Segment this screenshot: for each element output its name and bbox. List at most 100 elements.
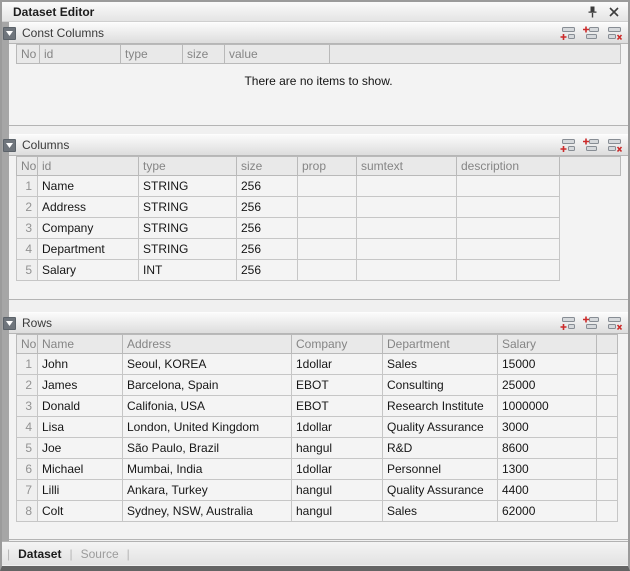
data-cell[interactable]: 25000 xyxy=(498,375,597,396)
add-row-button[interactable] xyxy=(560,138,577,153)
data-cell[interactable] xyxy=(457,176,560,197)
tail-cell[interactable] xyxy=(597,354,618,375)
column-header[interactable]: Salary xyxy=(498,335,597,354)
data-cell[interactable] xyxy=(298,239,357,260)
row-number-cell[interactable]: 2 xyxy=(17,197,38,218)
row-number-cell[interactable]: 4 xyxy=(17,239,38,260)
delete-row-button[interactable] xyxy=(606,26,623,41)
data-cell[interactable]: 1dollar xyxy=(292,417,383,438)
data-cell[interactable]: 256 xyxy=(237,218,298,239)
tab-dataset[interactable]: Dataset xyxy=(18,547,61,561)
row-number-cell[interactable]: 8 xyxy=(17,501,38,522)
insert-row-button[interactable] xyxy=(583,26,600,41)
data-cell[interactable]: Department xyxy=(38,239,139,260)
row-number-cell[interactable]: 3 xyxy=(17,396,38,417)
data-cell[interactable]: EBOT xyxy=(292,375,383,396)
data-cell[interactable]: Califonia, USA xyxy=(123,396,292,417)
delete-row-button[interactable] xyxy=(606,138,623,153)
data-cell[interactable] xyxy=(357,176,457,197)
data-cell[interactable]: James xyxy=(38,375,123,396)
add-row-button[interactable] xyxy=(560,26,577,41)
data-cell[interactable]: 1300 xyxy=(498,459,597,480)
data-cell[interactable]: Lilli xyxy=(38,480,123,501)
column-header[interactable]: size xyxy=(183,45,225,64)
data-cell[interactable]: hangul xyxy=(292,501,383,522)
column-header[interactable]: id xyxy=(40,45,121,64)
data-cell[interactable]: Mumbai, India xyxy=(123,459,292,480)
data-cell[interactable]: Michael xyxy=(38,459,123,480)
data-cell[interactable] xyxy=(357,260,457,281)
delete-row-button[interactable] xyxy=(606,316,623,331)
tail-cell[interactable] xyxy=(597,375,618,396)
data-cell[interactable]: Joe xyxy=(38,438,123,459)
data-cell[interactable] xyxy=(298,260,357,281)
data-cell[interactable] xyxy=(298,176,357,197)
data-cell[interactable]: STRING xyxy=(139,239,237,260)
data-cell[interactable] xyxy=(298,218,357,239)
insert-row-button[interactable] xyxy=(583,138,600,153)
row-number-cell[interactable]: 1 xyxy=(17,354,38,375)
row-number-cell[interactable]: 3 xyxy=(17,218,38,239)
tail-cell[interactable] xyxy=(597,438,618,459)
data-cell[interactable]: 256 xyxy=(237,260,298,281)
tail-cell[interactable] xyxy=(597,501,618,522)
data-cell[interactable]: Quality Assurance xyxy=(383,417,498,438)
column-header[interactable]: type xyxy=(139,157,237,176)
data-cell[interactable]: STRING xyxy=(139,218,237,239)
data-cell[interactable]: Ankara, Turkey xyxy=(123,480,292,501)
tail-cell[interactable] xyxy=(560,239,621,260)
tail-cell[interactable] xyxy=(597,396,618,417)
row-number-cell[interactable]: 2 xyxy=(17,375,38,396)
data-cell[interactable] xyxy=(357,218,457,239)
column-header[interactable]: prop xyxy=(298,157,357,176)
data-cell[interactable]: 1000000 xyxy=(498,396,597,417)
tail-cell[interactable] xyxy=(597,480,618,501)
data-cell[interactable]: Donald xyxy=(38,396,123,417)
data-cell[interactable]: Personnel xyxy=(383,459,498,480)
data-cell[interactable]: Quality Assurance xyxy=(383,480,498,501)
data-cell[interactable]: Company xyxy=(38,218,139,239)
column-header[interactable]: id xyxy=(38,157,139,176)
tail-cell[interactable] xyxy=(597,459,618,480)
collapse-button[interactable] xyxy=(3,139,16,152)
column-header[interactable]: sumtext xyxy=(357,157,457,176)
row-number-cell[interactable]: 1 xyxy=(17,176,38,197)
row-number-cell[interactable]: 4 xyxy=(17,417,38,438)
tail-cell[interactable] xyxy=(560,260,621,281)
column-header[interactable]: Address xyxy=(123,335,292,354)
column-header[interactable]: type xyxy=(121,45,183,64)
column-header[interactable]: Name xyxy=(38,335,123,354)
add-row-button[interactable] xyxy=(560,316,577,331)
data-cell[interactable]: John xyxy=(38,354,123,375)
tail-cell[interactable] xyxy=(560,197,621,218)
data-cell[interactable]: Sydney, NSW, Australia xyxy=(123,501,292,522)
data-cell[interactable]: 1dollar xyxy=(292,459,383,480)
row-number-cell[interactable]: 5 xyxy=(17,438,38,459)
data-cell[interactable]: Barcelona, Spain xyxy=(123,375,292,396)
data-cell[interactable]: INT xyxy=(139,260,237,281)
data-cell[interactable]: São Paulo, Brazil xyxy=(123,438,292,459)
data-cell[interactable]: 15000 xyxy=(498,354,597,375)
data-cell[interactable]: 4400 xyxy=(498,480,597,501)
data-cell[interactable] xyxy=(457,260,560,281)
column-header[interactable]: value xyxy=(225,45,330,64)
data-cell[interactable]: 8600 xyxy=(498,438,597,459)
auto-hide-pin-button[interactable] xyxy=(587,5,598,18)
data-cell[interactable]: STRING xyxy=(139,176,237,197)
column-header[interactable]: No xyxy=(17,335,38,354)
tail-cell[interactable] xyxy=(560,176,621,197)
column-header[interactable]: description xyxy=(457,157,560,176)
data-cell[interactable] xyxy=(357,197,457,218)
insert-row-button[interactable] xyxy=(583,316,600,331)
data-cell[interactable]: 256 xyxy=(237,239,298,260)
data-cell[interactable]: 256 xyxy=(237,197,298,218)
row-number-cell[interactable]: 6 xyxy=(17,459,38,480)
tail-cell[interactable] xyxy=(560,218,621,239)
data-cell[interactable]: hangul xyxy=(292,480,383,501)
column-header[interactable]: No xyxy=(17,45,40,64)
data-cell[interactable]: hangul xyxy=(292,438,383,459)
data-cell[interactable]: EBOT xyxy=(292,396,383,417)
data-cell[interactable]: Seoul, KOREA xyxy=(123,354,292,375)
row-number-cell[interactable]: 7 xyxy=(17,480,38,501)
row-number-cell[interactable]: 5 xyxy=(17,260,38,281)
